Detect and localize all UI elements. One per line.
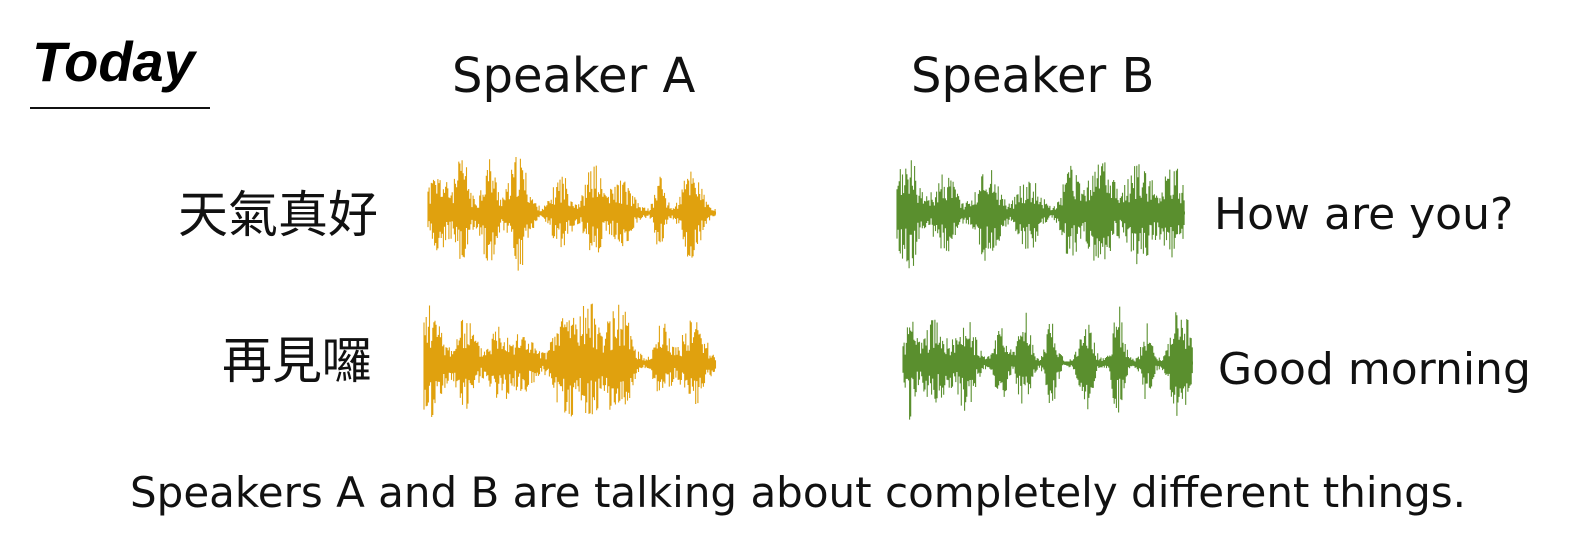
speaker-b-utterance-1: How are you? <box>1214 189 1514 240</box>
speaker-a-utterance-2: 再見囉 <box>222 332 372 390</box>
speaker-a-utterance-1: 天氣真好 <box>178 186 378 244</box>
speaker-b-utterance-2: Good morning <box>1218 344 1531 395</box>
speaker-a-label: Speaker A <box>452 48 696 104</box>
speaker-b-label: Speaker B <box>911 48 1155 104</box>
speaker-b-waveform-2 <box>902 306 1193 420</box>
page-title: Today <box>32 30 195 93</box>
waveform-trace <box>423 303 717 417</box>
title-underline <box>30 107 210 109</box>
speaker-a-waveform-1 <box>427 157 716 271</box>
speaker-a-waveform-2 <box>423 303 717 417</box>
speaker-b-waveform-1 <box>896 160 1185 269</box>
caption: Speakers A and B are talking about compl… <box>130 468 1467 517</box>
